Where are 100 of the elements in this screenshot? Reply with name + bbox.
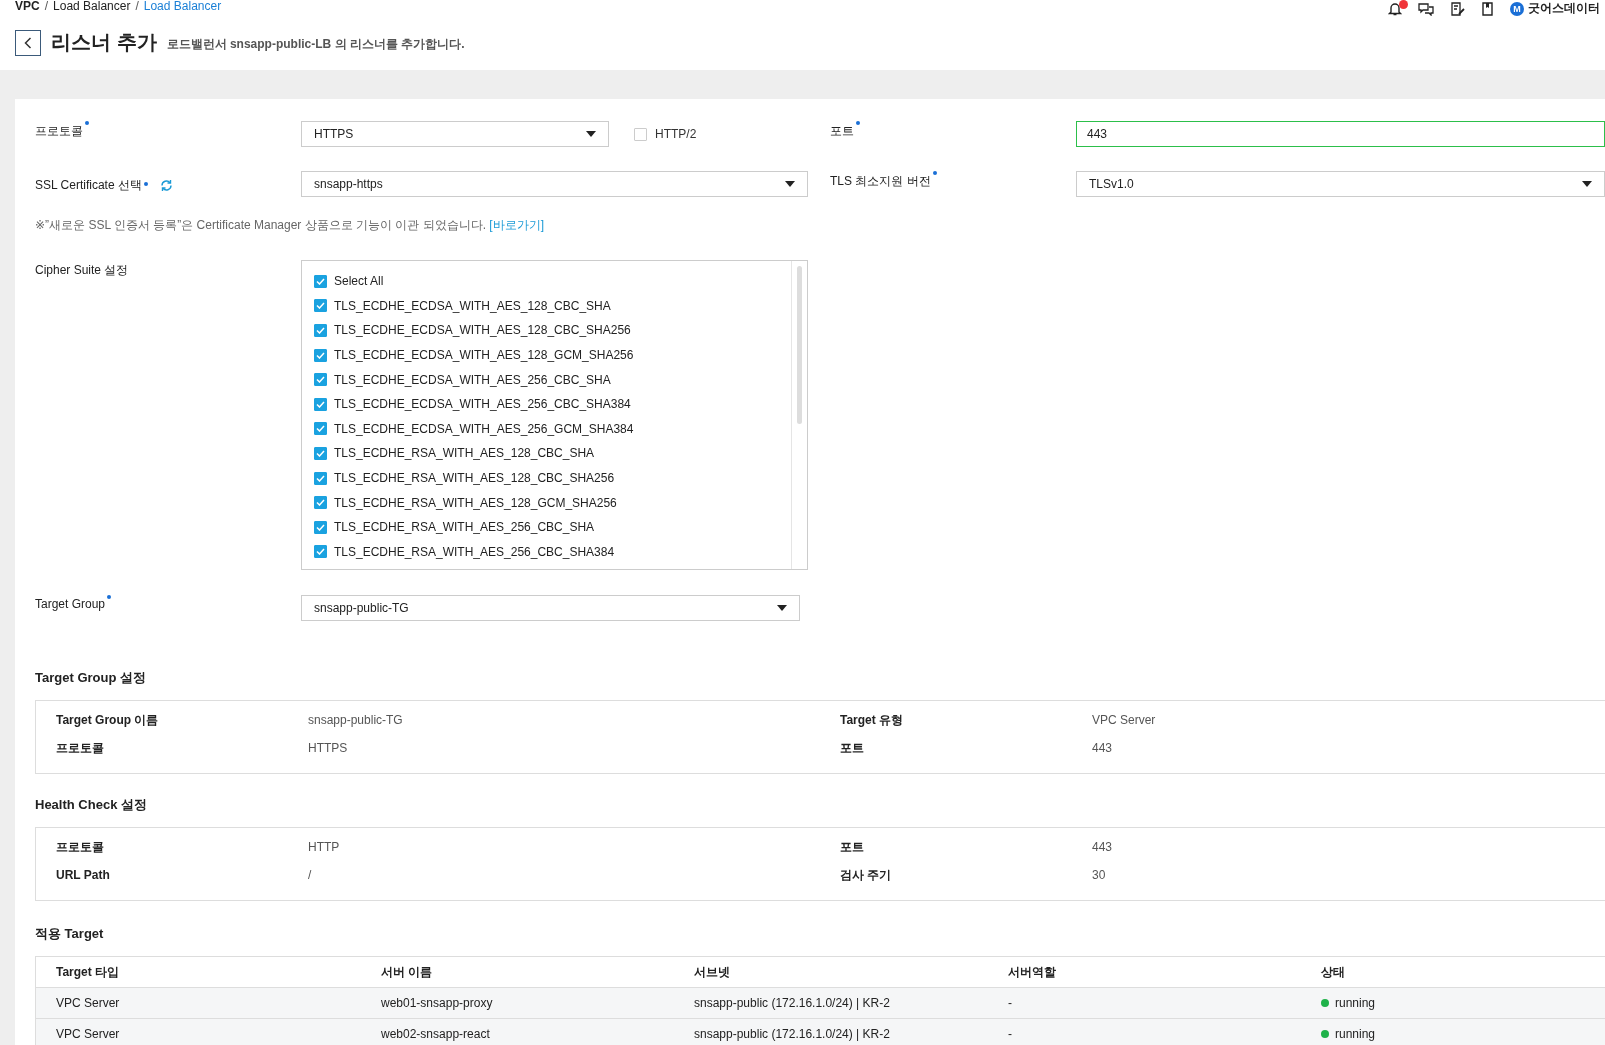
- checkbox[interactable]: [634, 127, 647, 141]
- field-label: 프로토콜: [56, 740, 105, 757]
- chat-icon[interactable]: [1418, 1, 1434, 16]
- column-header: 서버역할: [988, 956, 1301, 988]
- column-header: 서버 이름: [361, 956, 674, 988]
- refresh-icon[interactable]: [159, 178, 173, 192]
- breadcrumb-separator: /: [44, 0, 49, 13]
- checkbox[interactable]: [314, 348, 327, 362]
- check-icon: [316, 400, 325, 408]
- caret-icon: [586, 131, 596, 137]
- http2-label: HTTP/2: [655, 127, 697, 141]
- table-cell: VPC Server: [35, 987, 361, 1019]
- status-text: running: [1335, 1027, 1376, 1041]
- back-button[interactable]: [15, 29, 41, 56]
- checkbox[interactable]: [314, 373, 327, 387]
- field-label: Target Group 이름: [56, 712, 160, 729]
- cipher-suite-label: TLS_ECDHE_ECDSA_WITH_AES_128_CBC_SHA: [334, 298, 611, 313]
- field-label: 포트: [840, 839, 865, 856]
- port-label-text: 포트: [830, 123, 854, 140]
- field-label: 프로토콜: [56, 839, 105, 856]
- cipher-suite-label: TLS_ECDHE_ECDSA_WITH_AES_256_GCM_SHA384: [334, 421, 634, 436]
- column-header: 서브넷: [674, 956, 988, 988]
- breadcrumb-item[interactable]: Load Balancer: [53, 0, 131, 13]
- checkbox[interactable]: [314, 422, 327, 436]
- protocol-select[interactable]: HTTPS: [301, 121, 609, 147]
- column-header: 상태: [1301, 956, 1605, 988]
- checkbox[interactable]: [314, 397, 327, 411]
- check-icon: [316, 548, 325, 556]
- ssl-label-text: SSL Certificate 선택: [35, 176, 142, 194]
- field-label: Target 유형: [840, 712, 905, 729]
- check-icon: [316, 277, 325, 285]
- checkbox[interactable]: [314, 471, 327, 485]
- checkbox[interactable]: [314, 274, 327, 288]
- checkbox[interactable]: [314, 520, 327, 534]
- check-icon: [316, 425, 325, 433]
- table-cell: -: [988, 1018, 1301, 1045]
- cipher-suite-label: TLS_ECDHE_RSA_WITH_AES_128_GCM_SHA256: [334, 495, 617, 510]
- certificate-select[interactable]: snsapp-https: [301, 171, 808, 197]
- caret-icon: [777, 605, 787, 611]
- page-subtitle: 로드밸런서 snsapp-public-LB 의 리스너를 추가합니다.: [166, 35, 465, 53]
- check-icon: [316, 351, 325, 359]
- cipher-suite-label: TLS_ECDHE_ECDSA_WITH_AES_256_CBC_SHA384: [334, 397, 631, 412]
- breadcrumb-link[interactable]: Load Balancer: [143, 0, 222, 13]
- notice-text: ※”새로운 SSL 인증서 등록”은 Certificate Manager 상품으로 기능이 이관 되었습니다.: [35, 218, 487, 232]
- checkbox[interactable]: [314, 446, 327, 460]
- table-cell: snsapp-public (172.16.1.0/24) | KR-2: [674, 1018, 988, 1045]
- cipher-label-text: Cipher Suite 설정: [35, 262, 129, 279]
- tls-version-select[interactable]: TLSv1.0: [1076, 171, 1605, 197]
- tls-label-text: TLS 최소지원 버전: [830, 173, 931, 190]
- port-input[interactable]: 443: [1076, 121, 1605, 147]
- check-icon: [316, 302, 325, 310]
- notification-badge: [1399, 0, 1408, 9]
- target-group-select[interactable]: snsapp-public-TG: [301, 595, 800, 621]
- cipher-suite-label: TLS_ECDHE_RSA_WITH_AES_256_CBC_SHA384: [334, 544, 615, 559]
- scrollbar-thumb[interactable]: [797, 266, 802, 424]
- check-icon: [316, 499, 325, 507]
- section-title: Target Group 설정: [35, 669, 147, 687]
- field-value: VPC Server: [1092, 712, 1157, 729]
- field-label: URL Path: [56, 867, 111, 884]
- checkbox[interactable]: [314, 324, 327, 337]
- checkbox[interactable]: [314, 299, 327, 313]
- breadcrumb-separator: /: [135, 0, 139, 13]
- bell-icon[interactable]: [1388, 1, 1402, 16]
- cipher-suite-label: TLS_ECDHE_RSA_WITH_AES_256_CBC_SHA: [334, 520, 595, 535]
- target-group-label-text: Target Group: [35, 597, 106, 611]
- breadcrumb-item[interactable]: VPC: [15, 0, 40, 13]
- cipher-suite-label: TLS_ECDHE_ECDSA_WITH_AES_128_GCM_SHA256: [334, 348, 634, 363]
- caret-icon: [1582, 181, 1592, 187]
- cipher-suite-label: TLS_ECDHE_ECDSA_WITH_AES_256_CBC_SHA: [334, 372, 611, 387]
- chevron-left-icon: [24, 36, 32, 49]
- field-value: /: [308, 867, 313, 884]
- user-avatar[interactable]: M: [1510, 1, 1524, 16]
- cipher-suite-label: Select All: [334, 274, 384, 289]
- caret-icon: [785, 181, 795, 187]
- check-icon: [316, 449, 325, 457]
- checkbox[interactable]: [314, 496, 327, 510]
- user-name[interactable]: 굿어스데이터: [1528, 0, 1600, 17]
- checkbox[interactable]: [314, 545, 327, 559]
- book-icon[interactable]: [1481, 1, 1494, 16]
- field-value: 443: [1092, 740, 1114, 757]
- check-icon: [316, 474, 325, 482]
- edit-icon[interactable]: [1450, 1, 1465, 16]
- protocol-label-text: 프로토콜: [35, 123, 83, 140]
- field-label: 검사 주기: [840, 867, 893, 884]
- cipher-suite-label: TLS_ECDHE_RSA_WITH_AES_128_CBC_SHA256: [334, 471, 615, 486]
- table-cell: web01-snsapp-proxy: [361, 987, 674, 1019]
- table-cell: -: [988, 987, 1301, 1019]
- section-title: 적용 Target: [35, 925, 105, 943]
- table-cell: web02-snsapp-react: [361, 1018, 674, 1045]
- check-icon: [316, 376, 325, 384]
- field-value: snsapp-public-TG: [308, 712, 404, 729]
- field-value: 443: [1092, 839, 1114, 856]
- status-text: running: [1335, 996, 1376, 1010]
- field-value: HTTPS: [308, 740, 349, 757]
- cipher-suite-label: TLS_ECDHE_RSA_WITH_AES_128_CBC_SHA: [334, 446, 595, 461]
- table-cell: VPC Server: [35, 1018, 361, 1045]
- section-title: Health Check 설정: [35, 796, 148, 814]
- table-cell: snsapp-public (172.16.1.0/24) | KR-2: [674, 987, 988, 1019]
- field-label: 포트: [840, 740, 865, 757]
- field-value: HTTP: [308, 839, 341, 856]
